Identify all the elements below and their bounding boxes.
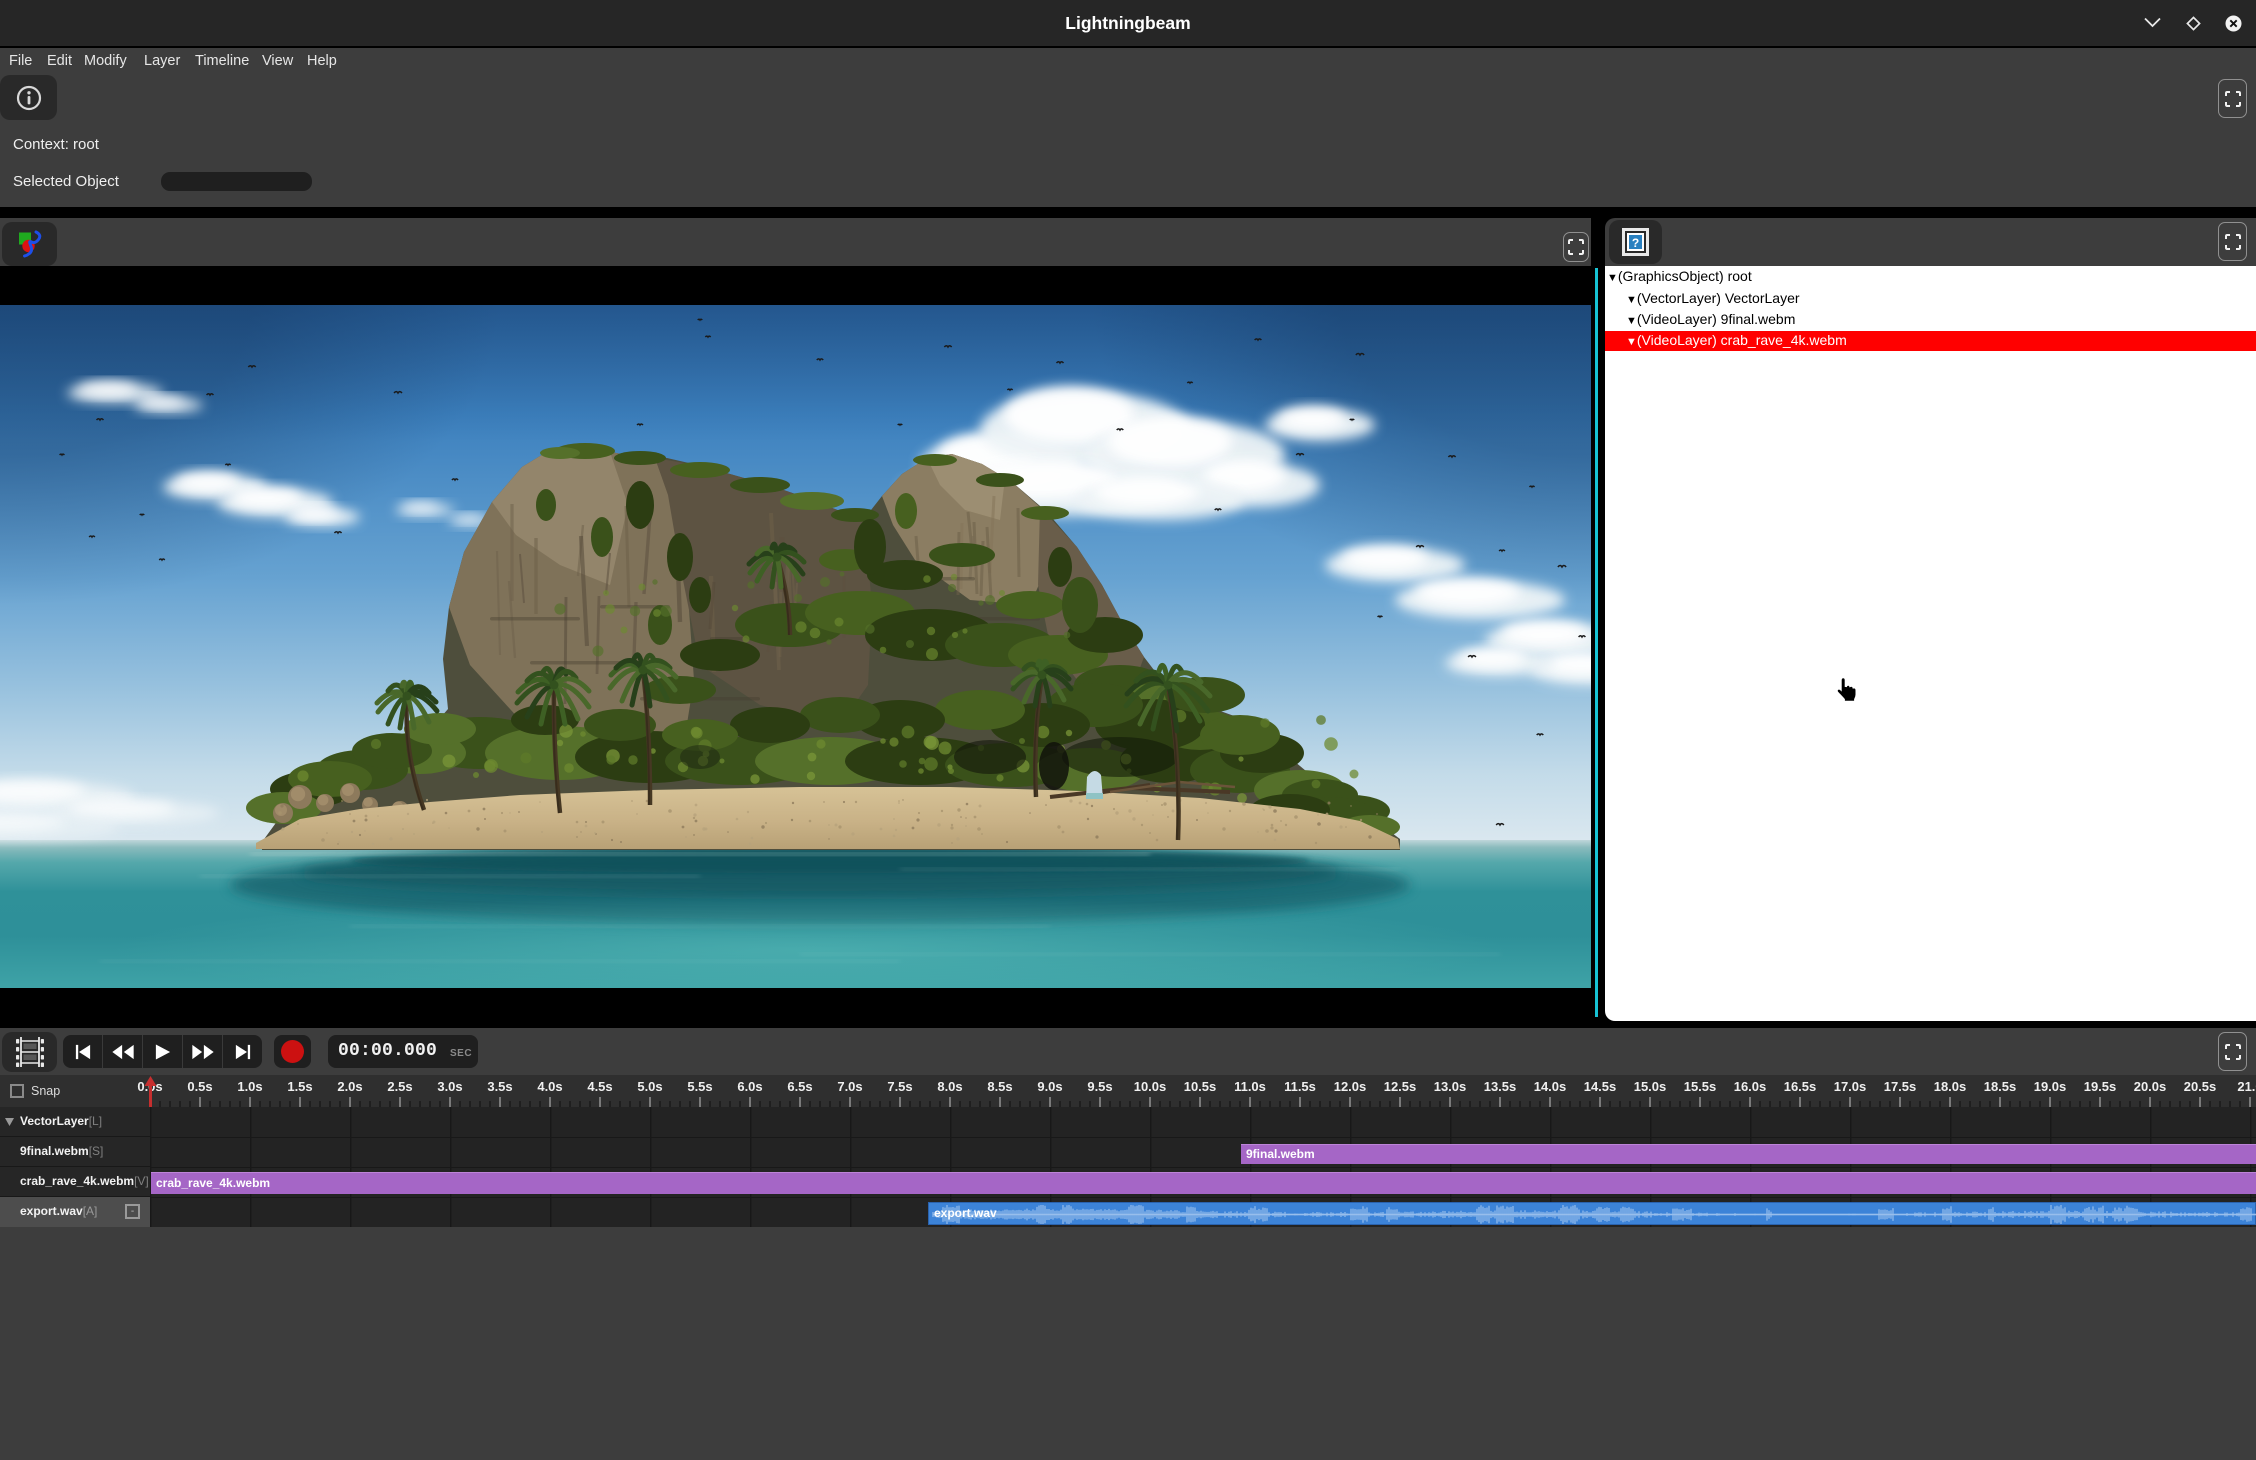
svg-text:19.0s: 19.0s — [2034, 1079, 2067, 1094]
svg-text:4.0s: 4.0s — [537, 1079, 562, 1094]
svg-text:5.5s: 5.5s — [687, 1079, 712, 1094]
svg-text:10.0s: 10.0s — [1134, 1079, 1167, 1094]
svg-text:13.0s: 13.0s — [1434, 1079, 1467, 1094]
svg-text:15.5s: 15.5s — [1684, 1079, 1717, 1094]
svg-text:10.5s: 10.5s — [1184, 1079, 1217, 1094]
svg-text:12.5s: 12.5s — [1384, 1079, 1417, 1094]
svg-text:7.5s: 7.5s — [887, 1079, 912, 1094]
svg-text:15.0s: 15.0s — [1634, 1079, 1667, 1094]
svg-text:9.5s: 9.5s — [1087, 1079, 1112, 1094]
svg-text:1.0s: 1.0s — [237, 1079, 262, 1094]
svg-text:16.0s: 16.0s — [1734, 1079, 1767, 1094]
svg-text:20.5s: 20.5s — [2184, 1079, 2217, 1094]
svg-text:14.0s: 14.0s — [1534, 1079, 1567, 1094]
svg-text:3.5s: 3.5s — [487, 1079, 512, 1094]
svg-text:11.5s: 11.5s — [1284, 1079, 1316, 1094]
svg-text:2.0s: 2.0s — [337, 1079, 362, 1094]
svg-text:13.5s: 13.5s — [1484, 1079, 1517, 1094]
svg-text:6.0s: 6.0s — [737, 1079, 762, 1094]
svg-text:9.0s: 9.0s — [1037, 1079, 1062, 1094]
svg-text:18.5s: 18.5s — [1984, 1079, 2017, 1094]
svg-text:21.0: 21.0 — [2237, 1079, 2256, 1094]
svg-text:11.0s: 11.0s — [1234, 1079, 1266, 1094]
svg-text:1.5s: 1.5s — [287, 1079, 312, 1094]
svg-text:20.0s: 20.0s — [2134, 1079, 2167, 1094]
svg-text:?: ? — [1632, 236, 1639, 250]
svg-text:2.5s: 2.5s — [387, 1079, 412, 1094]
svg-text:8.5s: 8.5s — [987, 1079, 1012, 1094]
svg-text:18.0s: 18.0s — [1934, 1079, 1967, 1094]
svg-text:8.0s: 8.0s — [937, 1079, 962, 1094]
svg-text:12.0s: 12.0s — [1334, 1079, 1367, 1094]
svg-text:5.0s: 5.0s — [637, 1079, 662, 1094]
svg-text:19.5s: 19.5s — [2084, 1079, 2117, 1094]
svg-text:16.5s: 16.5s — [1784, 1079, 1817, 1094]
svg-text:6.5s: 6.5s — [787, 1079, 812, 1094]
svg-text:3.0s: 3.0s — [437, 1079, 462, 1094]
svg-text:7.0s: 7.0s — [837, 1079, 862, 1094]
svg-text:17.0s: 17.0s — [1834, 1079, 1867, 1094]
svg-text:14.5s: 14.5s — [1584, 1079, 1617, 1094]
svg-text:4.5s: 4.5s — [587, 1079, 612, 1094]
svg-text:0.5s: 0.5s — [187, 1079, 212, 1094]
svg-text:17.5s: 17.5s — [1884, 1079, 1917, 1094]
